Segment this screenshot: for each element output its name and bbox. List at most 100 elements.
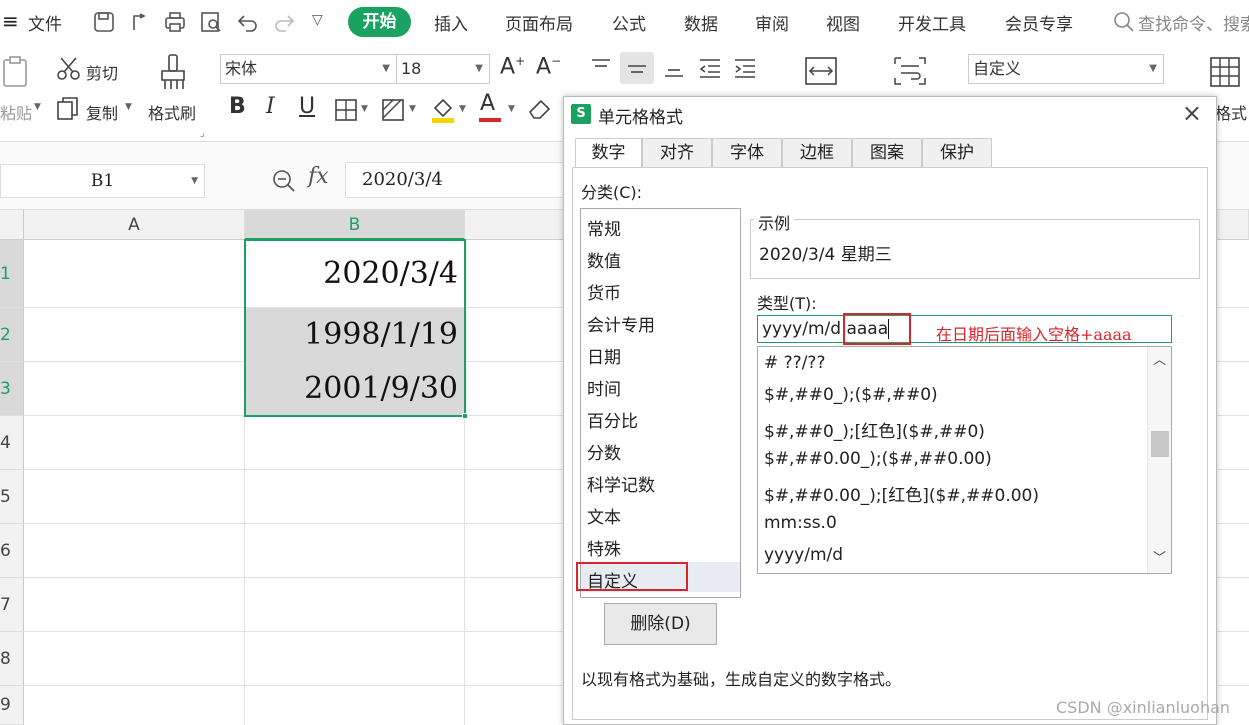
category-item[interactable]: 时间: [587, 375, 621, 400]
fill-color-dropdown-icon[interactable]: ▼: [459, 104, 466, 114]
tab-review[interactable]: 审阅: [755, 10, 789, 35]
align-top-icon[interactable]: [590, 58, 612, 78]
underline-icon[interactable]: U: [299, 94, 315, 119]
format-item[interactable]: $#,##0_);[红色]($#,##0): [764, 417, 985, 442]
menu-file[interactable]: 文件: [28, 10, 62, 35]
print-preview-icon[interactable]: [199, 10, 223, 34]
font-grow-icon[interactable]: A+: [500, 54, 525, 79]
row-header-8[interactable]: 8: [0, 632, 24, 686]
format-item[interactable]: $#,##0.00_);($#,##0.00): [764, 449, 992, 469]
fx-icon[interactable]: fx: [308, 164, 329, 189]
format-item[interactable]: $#,##0_);($#,##0): [764, 385, 938, 405]
cut-button[interactable]: 剪切: [86, 60, 118, 84]
font-shrink-icon[interactable]: A−: [536, 54, 561, 79]
format-item[interactable]: mm:ss.0: [764, 513, 837, 533]
align-bottom-icon[interactable]: [663, 58, 685, 78]
column-header-a[interactable]: A: [24, 210, 245, 240]
scissors-icon[interactable]: [56, 56, 82, 82]
ribbon-dialog-launcher-icon[interactable]: ⌟: [200, 128, 205, 139]
format-painter-button[interactable]: 格式刷: [148, 100, 196, 124]
paste-label[interactable]: 粘贴: [0, 100, 32, 124]
border-dropdown-icon[interactable]: ▼: [361, 104, 368, 114]
format-list[interactable]: # ??/?? $#,##0_);($#,##0) $#,##0_);[红色](…: [757, 346, 1172, 574]
format-item[interactable]: yyyy/m/d: [764, 545, 843, 565]
category-item[interactable]: 分数: [587, 439, 621, 464]
tab-data[interactable]: 数据: [684, 10, 718, 35]
print-icon[interactable]: [163, 10, 187, 34]
tab-formulas[interactable]: 公式: [612, 10, 646, 35]
table-format-icon[interactable]: [1209, 56, 1241, 88]
font-name-select[interactable]: 宋体 ▼: [220, 54, 397, 84]
tab-home[interactable]: 开始: [348, 7, 411, 37]
category-item[interactable]: 日期: [587, 343, 621, 368]
indent-increase-icon[interactable]: [733, 58, 757, 78]
search-input[interactable]: 查找命令、搜索: [1138, 10, 1249, 35]
tab-font[interactable]: 字体: [712, 138, 782, 168]
category-item[interactable]: 会计专用: [587, 311, 655, 336]
number-format-select[interactable]: 自定义 ▼: [968, 54, 1164, 84]
export-icon[interactable]: [128, 10, 152, 34]
tab-view[interactable]: 视图: [826, 10, 860, 35]
format-item[interactable]: $#,##0.00_);[红色]($#,##0.00): [764, 481, 1039, 506]
row-header-6[interactable]: 6: [0, 524, 24, 578]
category-item[interactable]: 特殊: [587, 535, 621, 560]
copy-button[interactable]: 复制: [86, 100, 118, 124]
redo-icon[interactable]: [272, 10, 296, 34]
select-all-corner[interactable]: [0, 210, 24, 240]
delete-button[interactable]: 删除(D): [604, 603, 717, 645]
fill-color-icon[interactable]: [430, 96, 456, 124]
zoom-icon[interactable]: [271, 168, 297, 194]
row-header-9[interactable]: 9: [0, 686, 24, 725]
save-icon[interactable]: [92, 10, 116, 34]
bold-icon[interactable]: B: [229, 94, 246, 119]
wrap-text-icon[interactable]: [893, 56, 927, 86]
eraser-icon[interactable]: [527, 96, 553, 122]
tab-page-layout[interactable]: 页面布局: [505, 10, 573, 35]
tab-number[interactable]: 数字: [575, 138, 642, 168]
scroll-thumb[interactable]: [1151, 431, 1169, 457]
category-item[interactable]: 货币: [587, 279, 621, 304]
tab-protection[interactable]: 保护: [922, 138, 992, 168]
category-list[interactable]: 常规 数值 货币 会计专用 日期 时间 百分比 分数 科学记数 文本 特殊 自定…: [580, 208, 741, 598]
row-header-5[interactable]: 5: [0, 470, 24, 524]
font-size-select[interactable]: 18 ▼: [396, 54, 490, 84]
hamburger-icon[interactable]: ≡: [2, 9, 19, 33]
tab-insert[interactable]: 插入: [434, 10, 468, 35]
font-color-icon[interactable]: A: [480, 91, 495, 116]
category-item[interactable]: 数值: [587, 247, 621, 272]
align-middle-icon[interactable]: [626, 58, 648, 78]
italic-icon[interactable]: I: [266, 94, 275, 119]
scroll-up-icon[interactable]: ︿: [1153, 349, 1166, 368]
copy-icon[interactable]: [56, 96, 80, 122]
tab-border[interactable]: 边框: [782, 138, 852, 168]
name-box[interactable]: B1 ▼: [0, 164, 205, 198]
tab-alignment[interactable]: 对齐: [642, 138, 712, 168]
category-item[interactable]: 科学记数: [587, 471, 655, 496]
fill-handle[interactable]: [462, 413, 468, 419]
table-format-label[interactable]: 格式: [1215, 100, 1247, 124]
indent-decrease-icon[interactable]: [698, 58, 722, 78]
row-header-3[interactable]: 3: [0, 362, 24, 416]
copy-dropdown-icon[interactable]: ▼: [125, 102, 132, 112]
category-item[interactable]: 常规: [587, 215, 621, 240]
category-item[interactable]: 文本: [587, 503, 621, 528]
chevron-down-icon[interactable]: ▽: [312, 12, 323, 28]
fill-pattern-icon[interactable]: [381, 98, 405, 122]
dialog-title-bar[interactable]: S 单元格格式 ×: [564, 97, 1216, 131]
font-color-dropdown-icon[interactable]: ▼: [508, 104, 515, 114]
border-icon[interactable]: [334, 98, 358, 122]
tab-member[interactable]: 会员专享: [1005, 10, 1073, 35]
paste-icon[interactable]: [0, 54, 36, 90]
row-header-1[interactable]: 1: [0, 240, 24, 308]
undo-icon[interactable]: [236, 10, 260, 34]
format-item[interactable]: # ??/??: [764, 353, 825, 373]
formula-input[interactable]: 2020/3/4: [345, 162, 575, 198]
format-list-scrollbar[interactable]: ︿ ﹀: [1147, 347, 1171, 573]
search-icon[interactable]: [1113, 11, 1135, 33]
tab-developer[interactable]: 开发工具: [898, 10, 966, 35]
row-header-4[interactable]: 4: [0, 416, 24, 470]
fill-pattern-dropdown-icon[interactable]: ▼: [409, 104, 416, 114]
tab-pattern[interactable]: 图案: [852, 138, 922, 168]
format-painter-icon[interactable]: [157, 52, 191, 92]
close-icon[interactable]: ×: [1182, 99, 1202, 127]
